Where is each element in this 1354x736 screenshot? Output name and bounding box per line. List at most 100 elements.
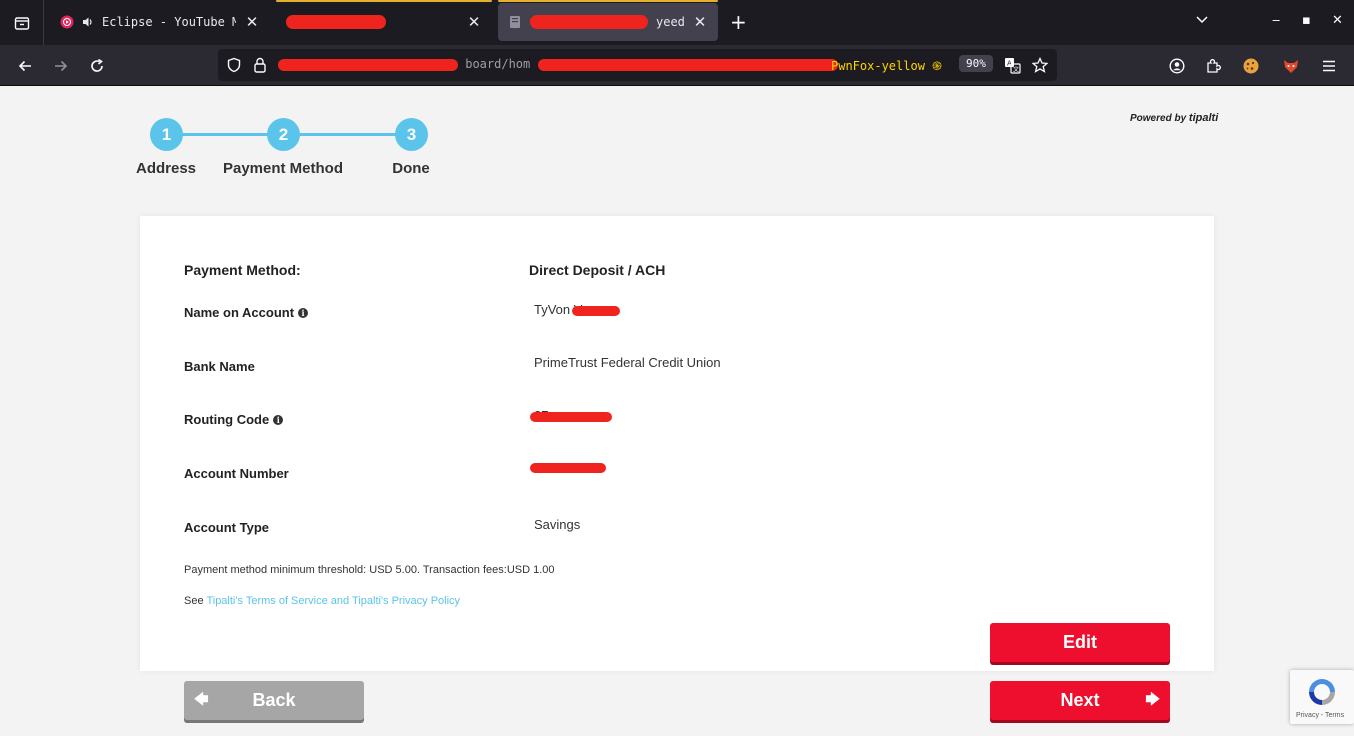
close-icon[interactable]: ✕	[692, 13, 708, 31]
info-icon[interactable]: i	[273, 414, 284, 425]
step-1-label: Address	[135, 160, 197, 177]
progress-stepper: 1 2 3 Address Payment Method Done	[130, 116, 450, 186]
terms-prefix: See	[184, 595, 204, 607]
puzzle-icon	[1207, 59, 1221, 73]
close-icon[interactable]: ✕	[466, 13, 482, 31]
field-label: Account Number	[184, 466, 289, 481]
tab-youtube-music[interactable]: Eclipse - YouTube Mu ✕	[50, 3, 270, 41]
field-routing-code: Routing Code i	[184, 412, 284, 427]
recaptcha-logo-icon	[1309, 679, 1335, 705]
account-icon	[1169, 58, 1185, 74]
step-2-circle: 2	[267, 118, 300, 151]
extensions-button[interactable]	[1202, 55, 1224, 77]
threshold-note: Payment method minimum threshold: USD 5.…	[184, 564, 555, 576]
fingerprint-icon: ֍	[932, 59, 942, 73]
field-label: Bank Name	[184, 359, 255, 374]
powered-by-tipalti: Powered by tipalti	[1130, 112, 1218, 124]
arrow-left-icon	[18, 60, 31, 72]
star-icon[interactable]	[1032, 57, 1048, 73]
maximize-button[interactable]: ▪	[1302, 13, 1311, 28]
reload-button[interactable]	[86, 55, 108, 77]
tab-active[interactable]: yeeda ✕	[498, 0, 718, 41]
close-window-button[interactable]: ✕	[1332, 13, 1343, 28]
redaction-mark	[286, 15, 386, 29]
hamburger-menu-icon	[1323, 60, 1335, 72]
page-icon	[510, 16, 520, 28]
redaction-mark	[530, 462, 606, 473]
translate-icon[interactable]: A文	[1004, 57, 1021, 74]
field-account-type: Account Type	[184, 520, 269, 535]
address-bar[interactable]: board/hom 8ea-47a PwnFox-yellow ֍ 90% A文	[218, 49, 1057, 81]
pwnfox-extension-button[interactable]	[1280, 55, 1302, 77]
step-3-circle: 3	[395, 118, 428, 151]
name-on-account-value: TyVon V	[534, 302, 621, 317]
recaptcha-links[interactable]: Privacy - Terms	[1296, 712, 1344, 719]
redaction-mark	[537, 58, 838, 71]
step-connector	[180, 133, 280, 136]
account-number-value	[530, 459, 606, 474]
tipalti-logo: tipalti	[1188, 112, 1219, 124]
tab-title: Eclipse - YouTube Mu	[102, 15, 236, 29]
payment-summary-card: Payment Method: Direct Deposit / ACH Nam…	[140, 216, 1214, 671]
arrow-right-icon: 🡆	[1145, 691, 1160, 708]
field-label: Routing Code	[184, 412, 270, 427]
tab-overview-button[interactable]	[0, 0, 44, 45]
close-icon[interactable]: ✕	[244, 13, 260, 31]
url-visible-part: board/hom	[465, 57, 531, 71]
redaction-mark	[530, 411, 613, 422]
arrow-left-icon: 🡄	[194, 691, 209, 708]
svg-text:文: 文	[1013, 66, 1019, 74]
edit-button[interactable]: Edit	[990, 623, 1170, 662]
payment-method-value: Direct Deposit / ACH	[529, 262, 666, 278]
account-type-value: Savings	[534, 517, 581, 532]
minimize-button[interactable]: ‒	[1272, 13, 1280, 28]
recaptcha-badge[interactable]: Privacy - Terms	[1290, 670, 1354, 724]
field-account-number: Account Number	[184, 466, 289, 481]
zoom-level-badge[interactable]: 90%	[959, 55, 993, 72]
list-all-tabs-button[interactable]	[1195, 12, 1209, 29]
chevron-down-icon	[1196, 16, 1208, 24]
tab-title: yeeda	[656, 15, 684, 29]
bank-name-value: PrimeTrust Federal Credit Union	[534, 355, 721, 370]
next-button[interactable]: Next 🡆	[990, 681, 1170, 720]
container-label[interactable]: PwnFox-yellow ֍	[831, 57, 942, 74]
terms-privacy-link[interactable]: Tipalti's Terms of Service and Tipalti's…	[206, 595, 460, 607]
browser-tab-bar: Eclipse - YouTube Mu ✕ ✕ yeeda ✕ + ‒ ▪ ✕	[0, 0, 1354, 45]
cookie-icon	[1243, 58, 1259, 74]
step-3-label: Done	[392, 160, 430, 177]
extension-cookie-button[interactable]	[1240, 55, 1262, 77]
container-name: PwnFox-yellow	[831, 59, 925, 73]
field-label: Account Type	[184, 520, 269, 535]
field-bank-name: Bank Name	[184, 359, 255, 374]
routing-code-value: 27	[524, 408, 613, 423]
account-button[interactable]	[1166, 55, 1188, 77]
speaker-icon[interactable]	[82, 16, 94, 28]
redaction-mark	[530, 15, 648, 29]
next-button-label: Next	[1060, 690, 1100, 710]
info-icon[interactable]: i	[298, 307, 309, 318]
fox-icon	[1284, 60, 1298, 73]
lock-icon[interactable]	[253, 57, 267, 73]
arrow-right-icon	[55, 60, 68, 72]
shield-icon[interactable]	[226, 57, 242, 73]
step-2-label: Payment Method	[222, 160, 344, 177]
redaction-mark	[278, 58, 458, 71]
powered-by-prefix: Powered by	[1130, 113, 1187, 124]
url-text[interactable]: board/hom 8ea-47a	[278, 57, 838, 71]
field-label: Name on Account	[184, 305, 295, 320]
back-button[interactable]: 🡄 Back	[184, 681, 364, 720]
back-nav-button[interactable]	[14, 55, 36, 77]
app-menu-button[interactable]	[1318, 55, 1340, 77]
browser-nav-bar: board/hom 8ea-47a PwnFox-yellow ֍ 90% A文	[0, 45, 1354, 86]
reload-icon	[91, 58, 103, 72]
youtube-music-icon	[60, 15, 74, 29]
step-connector	[298, 133, 398, 136]
field-name-on-account: Name on Account i	[184, 305, 309, 320]
terms-note: See Tipalti's Terms of Service and Tipal…	[184, 595, 460, 607]
new-tab-button[interactable]: +	[730, 10, 747, 34]
forward-nav-button[interactable]	[50, 55, 72, 77]
payment-method-label: Payment Method:	[184, 262, 301, 278]
page-content: 1 2 3 Address Payment Method Done Powere…	[0, 86, 1354, 736]
back-button-label: Back	[252, 690, 296, 710]
tab-redacted[interactable]: ✕	[276, 0, 492, 41]
